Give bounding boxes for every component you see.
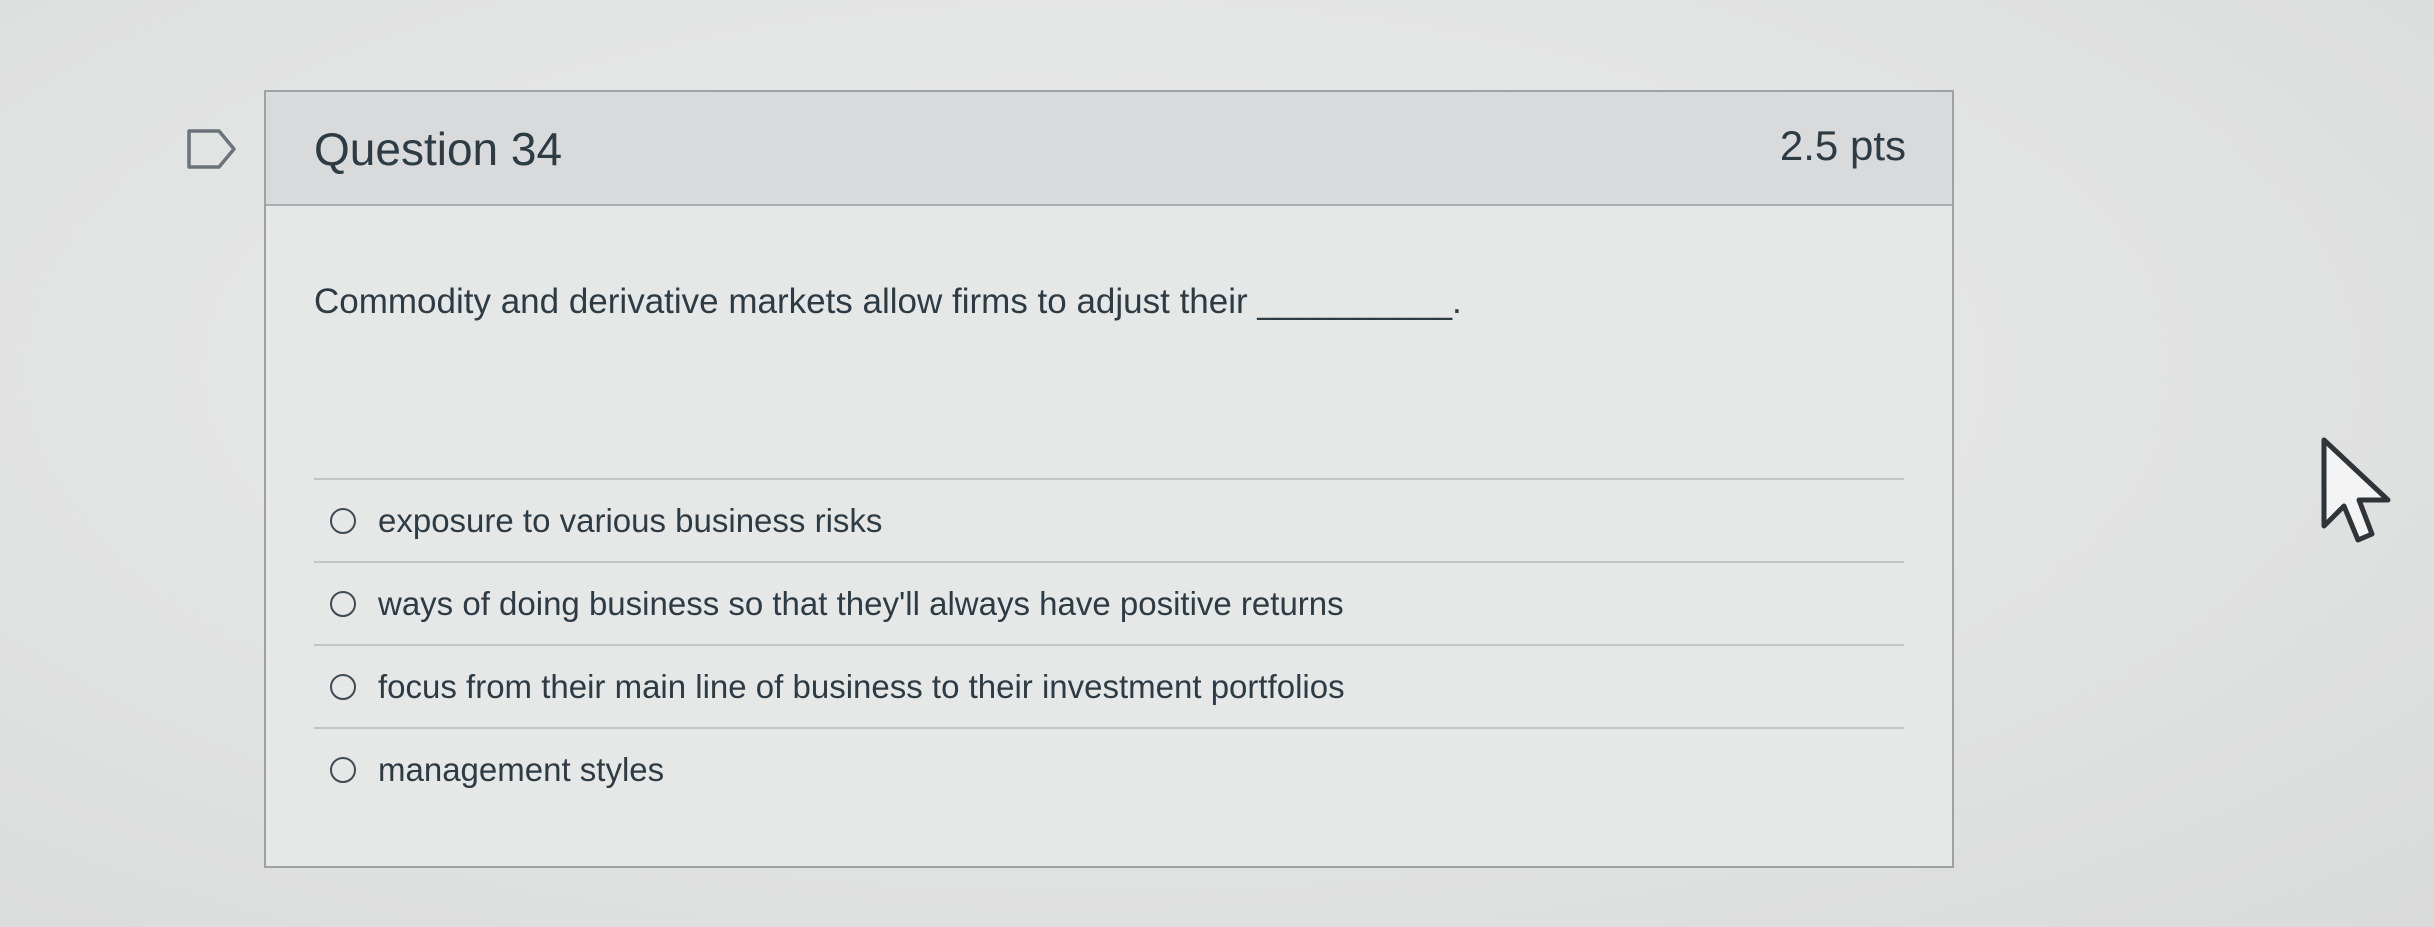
question-points: 2.5 pts <box>1779 122 1906 169</box>
answer-list: exposure to various business risks ways … <box>314 478 1904 810</box>
question-title: Question 34 <box>314 123 563 175</box>
mouse-pointer-icon <box>2321 437 2391 543</box>
question-card: Question 34 2.5 pts Commodity and deriva… <box>264 90 1954 868</box>
answer-option[interactable]: exposure to various business risks <box>314 478 1904 561</box>
answer-label[interactable]: ways of doing business so that they'll a… <box>378 585 1344 623</box>
answer-label[interactable]: focus from their main line of business t… <box>378 668 1345 706</box>
flag-question-icon[interactable] <box>186 128 238 170</box>
question-header: Question 34 2.5 pts <box>266 92 1952 206</box>
answer-option[interactable]: focus from their main line of business t… <box>314 644 1904 727</box>
radio-button[interactable] <box>330 507 356 534</box>
answer-label[interactable]: exposure to various business risks <box>378 502 882 540</box>
answer-option[interactable]: management styles <box>314 727 1904 810</box>
radio-button[interactable] <box>330 756 356 783</box>
question-text: Commodity and derivative markets allow f… <box>314 282 1462 321</box>
answer-option[interactable]: ways of doing business so that they'll a… <box>314 561 1904 644</box>
radio-button[interactable] <box>330 673 356 700</box>
answer-label[interactable]: management styles <box>378 751 664 789</box>
radio-button[interactable] <box>330 590 356 617</box>
